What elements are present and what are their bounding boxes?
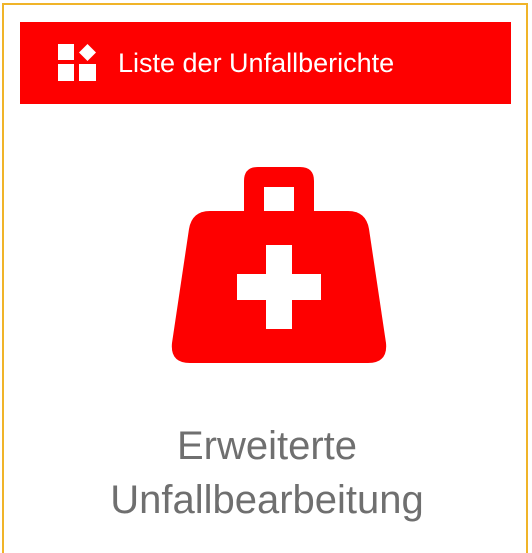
tile-title-line2: Unfallbearbeitung bbox=[110, 478, 424, 522]
accident-reports-list-button[interactable]: Liste der Unfallberichte bbox=[20, 22, 511, 104]
accident-reports-list-label: Liste der Unfallberichte bbox=[118, 48, 395, 78]
tile-title: Erweiterte Unfallbearbeitung bbox=[4, 419, 530, 527]
tile-title-line1: Erweiterte bbox=[176, 424, 358, 468]
first-aid-kit-icon bbox=[171, 167, 387, 363]
accident-processing-card[interactable]: Liste der Unfallberichte Erweiterte Unfa… bbox=[2, 3, 528, 553]
dashboard-grid-icon bbox=[58, 44, 96, 81]
